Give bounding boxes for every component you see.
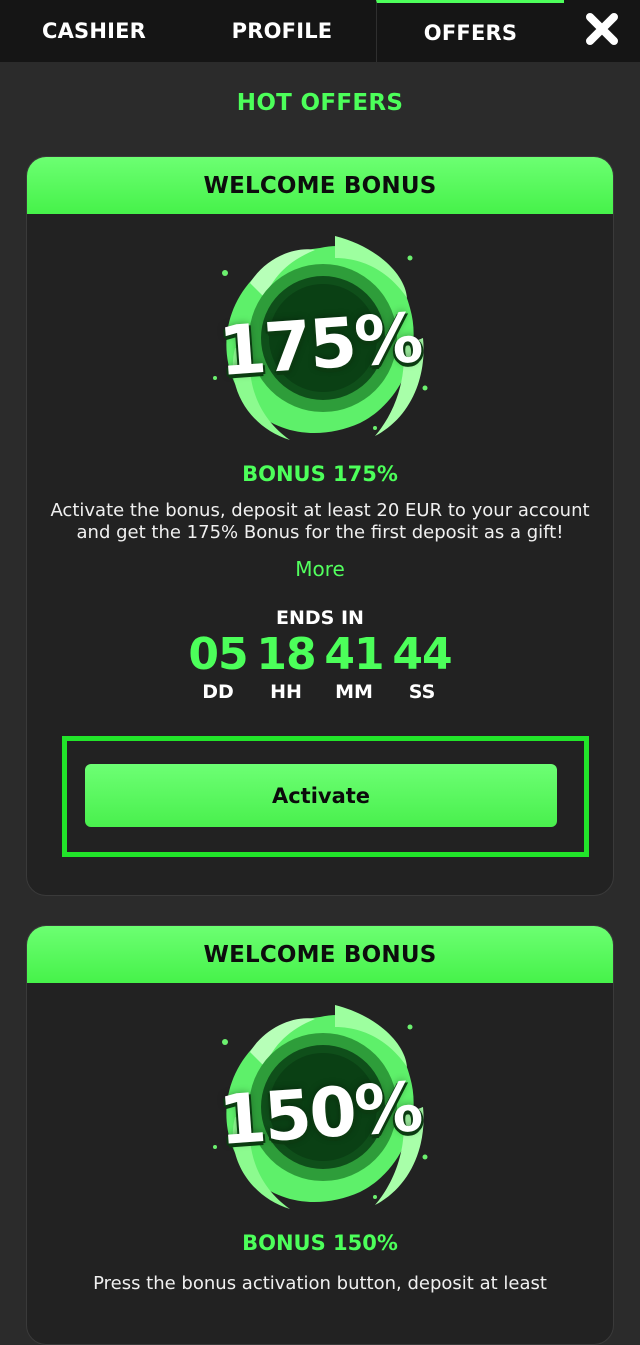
top-navigation: CASHIER PROFILE OFFERS [0, 0, 640, 62]
close-icon [585, 12, 619, 50]
offer-card: WELCOME BONUS 175% BONUS 175% Activate t… [26, 156, 614, 896]
countdown-days-value: 05 [188, 629, 248, 680]
section-title: HOT OFFERS [236, 90, 404, 116]
bonus-description: Activate the bonus, deposit at least 20 … [50, 500, 590, 543]
bonus-badge-image: 175% [195, 228, 445, 458]
more-link[interactable]: More [27, 557, 613, 581]
bonus-name: BONUS 175% [242, 462, 398, 486]
countdown-days-label: DD [202, 681, 234, 703]
countdown-hours-value: 18 [256, 629, 316, 680]
close-button[interactable] [564, 0, 640, 62]
ends-in-label: ENDS IN [276, 607, 364, 629]
countdown-seconds-label: SS [408, 681, 436, 703]
offer-header: WELCOME BONUS [27, 157, 613, 214]
tab-profile[interactable]: PROFILE [188, 0, 376, 62]
activate-button[interactable]: Activate [85, 764, 557, 827]
offer-header: WELCOME BONUS [27, 926, 613, 983]
countdown-timer: 05 DD 18 HH 41 MM 44 SS [27, 629, 613, 704]
bonus-badge-image: 150% [195, 997, 445, 1227]
countdown-seconds: 44 SS [392, 629, 452, 704]
offer-card: WELCOME BONUS 150% BONUS 150% Press the … [26, 925, 614, 1345]
countdown-hours: 18 HH [256, 629, 316, 704]
bonus-name: BONUS 150% [242, 1231, 398, 1255]
tab-offers[interactable]: OFFERS [376, 0, 564, 62]
countdown-minutes-value: 41 [324, 629, 384, 680]
countdown-seconds-value: 44 [392, 629, 452, 680]
countdown-hours-label: HH [270, 681, 302, 703]
countdown-minutes-label: MM [335, 681, 373, 703]
countdown-days: 05 DD [188, 629, 248, 704]
countdown-minutes: 41 MM [324, 629, 384, 704]
bonus-description: Press the bonus activation button, depos… [93, 1273, 547, 1294]
tab-cashier[interactable]: CASHIER [0, 0, 188, 62]
